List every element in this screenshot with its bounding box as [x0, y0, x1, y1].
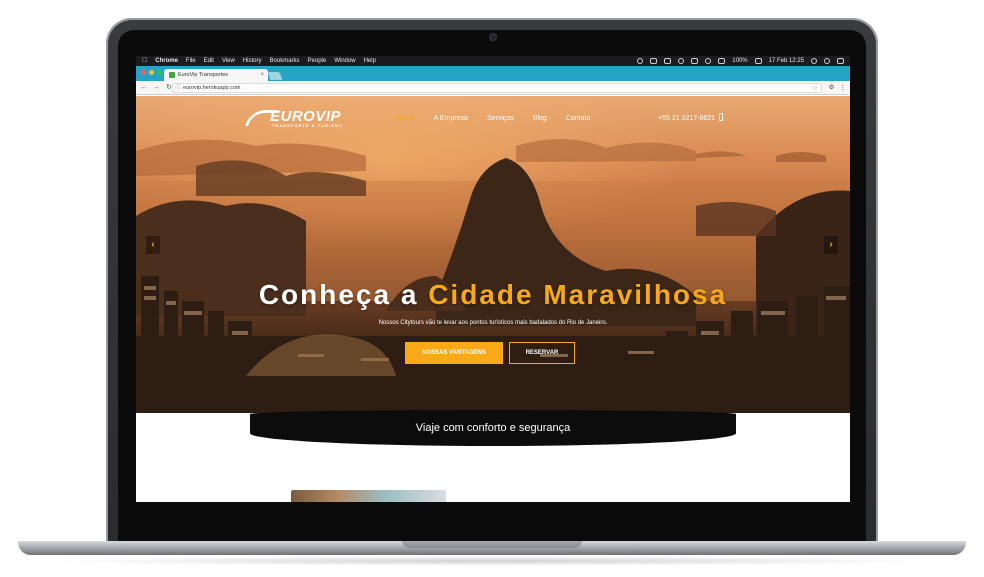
- menubar-clock[interactable]: 17 Feb 12:25: [769, 56, 804, 66]
- zoom-window-icon[interactable]: [157, 70, 162, 75]
- chevron-left-icon: ‹: [151, 239, 155, 250]
- nav-servicos[interactable]: Serviços: [487, 115, 514, 122]
- menu-window[interactable]: Window: [334, 56, 355, 66]
- back-icon[interactable]: ←: [140, 81, 147, 95]
- menu-edit[interactable]: Edit: [204, 56, 214, 66]
- laptop-mockup:  Chrome File Edit View History Bookmark…: [0, 0, 984, 577]
- nav-blog[interactable]: Blog: [533, 115, 547, 122]
- menu-view[interactable]: View: [222, 56, 235, 66]
- laptop-shadow: [40, 556, 944, 566]
- search-icon[interactable]: [811, 58, 817, 64]
- chevron-right-icon: ›: [829, 239, 833, 250]
- hero-section: EUROVIP TRANSPORTE & TURISMO Home A Empr…: [136, 96, 850, 413]
- nav-home[interactable]: Home: [396, 115, 415, 122]
- phone-icon: [719, 113, 723, 121]
- status-icon[interactable]: [650, 58, 658, 64]
- nav-contato[interactable]: Contato: [566, 115, 591, 122]
- address-bar[interactable]: ⓘ eurovip.herokuapp.com ☆: [172, 83, 822, 93]
- status-icon[interactable]: [678, 58, 685, 64]
- nav-a-empresa[interactable]: A Empresa: [434, 115, 468, 122]
- new-tab-button[interactable]: [267, 72, 283, 80]
- status-icon[interactable]: [637, 58, 644, 64]
- tab-strip: EuroVip Transportes ×: [136, 66, 850, 81]
- carousel-prev-button[interactable]: ‹: [146, 236, 160, 254]
- carousel-next-button[interactable]: ›: [824, 236, 838, 254]
- logo-subtitle: TRANSPORTE & TURISMO: [272, 123, 344, 128]
- window-controls: [141, 70, 162, 75]
- notification-center-icon[interactable]: [837, 58, 844, 64]
- menu-bookmarks[interactable]: Bookmarks: [270, 56, 300, 66]
- close-window-icon[interactable]: [141, 70, 146, 75]
- volume-icon[interactable]: [718, 58, 726, 64]
- menu-history[interactable]: History: [243, 56, 262, 66]
- battery-percent[interactable]: 100%: [732, 56, 747, 66]
- browser-tab[interactable]: EuroVip Transportes ×: [164, 69, 268, 81]
- site-logo[interactable]: EUROVIP TRANSPORTE & TURISMO: [245, 108, 348, 130]
- url-text: eurovip.herokuapp.com: [183, 85, 241, 91]
- menu-file[interactable]: File: [186, 56, 196, 66]
- bookmark-star-icon[interactable]: ☆: [812, 84, 818, 93]
- favicon-icon: [169, 72, 175, 78]
- toolbar: ← → ↻ ⓘ eurovip.herokuapp.com ☆ ⚙ ⋮: [136, 81, 850, 95]
- hero-title: Conheça a Cidade Maravilhosa: [136, 279, 850, 311]
- reservar-button[interactable]: RESERVAR: [509, 342, 575, 364]
- battery-icon[interactable]: [754, 58, 762, 64]
- screen:  Chrome File Edit View History Bookmark…: [136, 56, 850, 502]
- laptop-notch: [402, 541, 582, 548]
- hero-title-accent: Cidade Maravilhosa: [428, 279, 728, 310]
- page-info-icon[interactable]: ⓘ: [175, 85, 181, 94]
- camera-icon: [490, 34, 496, 40]
- minimize-window-icon[interactable]: [149, 70, 154, 75]
- status-icon[interactable]: [691, 58, 699, 64]
- tab-title: EuroVip Transportes: [178, 72, 229, 78]
- forward-icon[interactable]: →: [153, 81, 160, 95]
- menu-people[interactable]: People: [308, 56, 327, 66]
- extension-icon[interactable]: ⚙: [829, 81, 835, 95]
- reload-icon[interactable]: ↻: [166, 81, 172, 95]
- site-navigation: Home A Empresa Serviços Blog Contato: [396, 115, 590, 122]
- status-icon[interactable]: [664, 58, 672, 64]
- apple-icon[interactable]: : [142, 56, 147, 66]
- phone-number[interactable]: +55 21 3217-8621: [658, 115, 715, 122]
- close-tab-icon[interactable]: ×: [260, 69, 264, 81]
- nossas-vantagens-button[interactable]: NOSSAS VANTAGENS: [405, 342, 503, 364]
- tagline: Viaje com conforto e segurança: [415, 422, 571, 434]
- menu-dots-icon[interactable]: ⋮: [840, 81, 847, 95]
- hero-background-image: [136, 138, 850, 413]
- user-icon[interactable]: [824, 58, 830, 64]
- hero-subtitle: Nossos Citytours vão te levar aos pontos…: [378, 320, 608, 326]
- wifi-icon[interactable]: [705, 58, 712, 64]
- hero-title-prefix: Conheça a: [258, 279, 429, 310]
- menubar:  Chrome File Edit View History Bookmark…: [136, 56, 850, 66]
- menu-help[interactable]: Help: [364, 56, 376, 66]
- content-image: [291, 490, 446, 502]
- menubar-app-name[interactable]: Chrome: [155, 56, 178, 66]
